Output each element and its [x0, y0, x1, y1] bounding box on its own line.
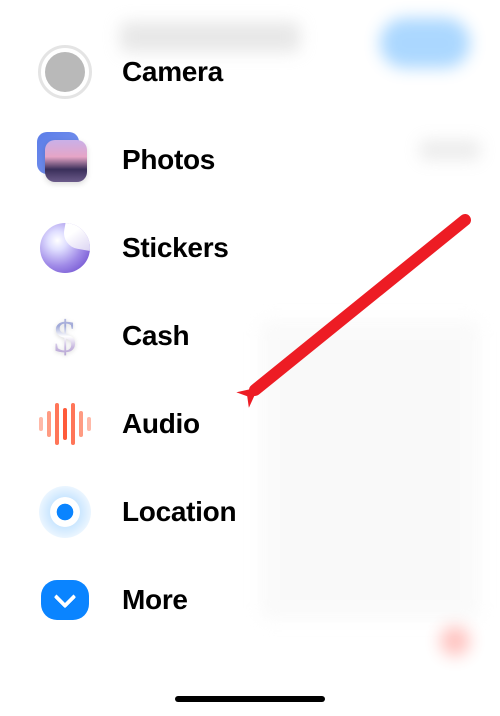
camera-icon	[38, 45, 92, 99]
location-icon	[38, 485, 92, 539]
menu-item-location[interactable]: Location	[38, 468, 330, 556]
menu-item-stickers[interactable]: Stickers	[38, 204, 330, 292]
bg-dot-blur	[440, 626, 470, 656]
menu-item-cash[interactable]: $ Cash	[38, 292, 330, 380]
menu-item-label: Location	[122, 496, 236, 528]
bg-text-blur	[420, 140, 480, 160]
menu-item-camera[interactable]: Camera	[38, 28, 330, 116]
menu-item-audio[interactable]: Audio	[38, 380, 330, 468]
menu-item-label: Audio	[122, 408, 200, 440]
cash-icon: $	[38, 309, 92, 363]
menu-item-label: Camera	[122, 56, 223, 88]
home-indicator[interactable]	[175, 696, 325, 702]
menu-item-label: More	[122, 584, 188, 616]
attachment-menu: Camera Photos Stickers $ Cash	[0, 28, 330, 644]
menu-item-label: Photos	[122, 144, 215, 176]
menu-item-photos[interactable]: Photos	[38, 116, 330, 204]
more-icon	[38, 573, 92, 627]
menu-item-label: Stickers	[122, 232, 229, 264]
menu-item-more[interactable]: More	[38, 556, 330, 644]
stickers-icon	[38, 221, 92, 275]
photos-icon	[38, 133, 92, 187]
audio-icon	[38, 397, 92, 451]
menu-item-label: Cash	[122, 320, 189, 352]
bg-button-blur	[380, 18, 470, 68]
